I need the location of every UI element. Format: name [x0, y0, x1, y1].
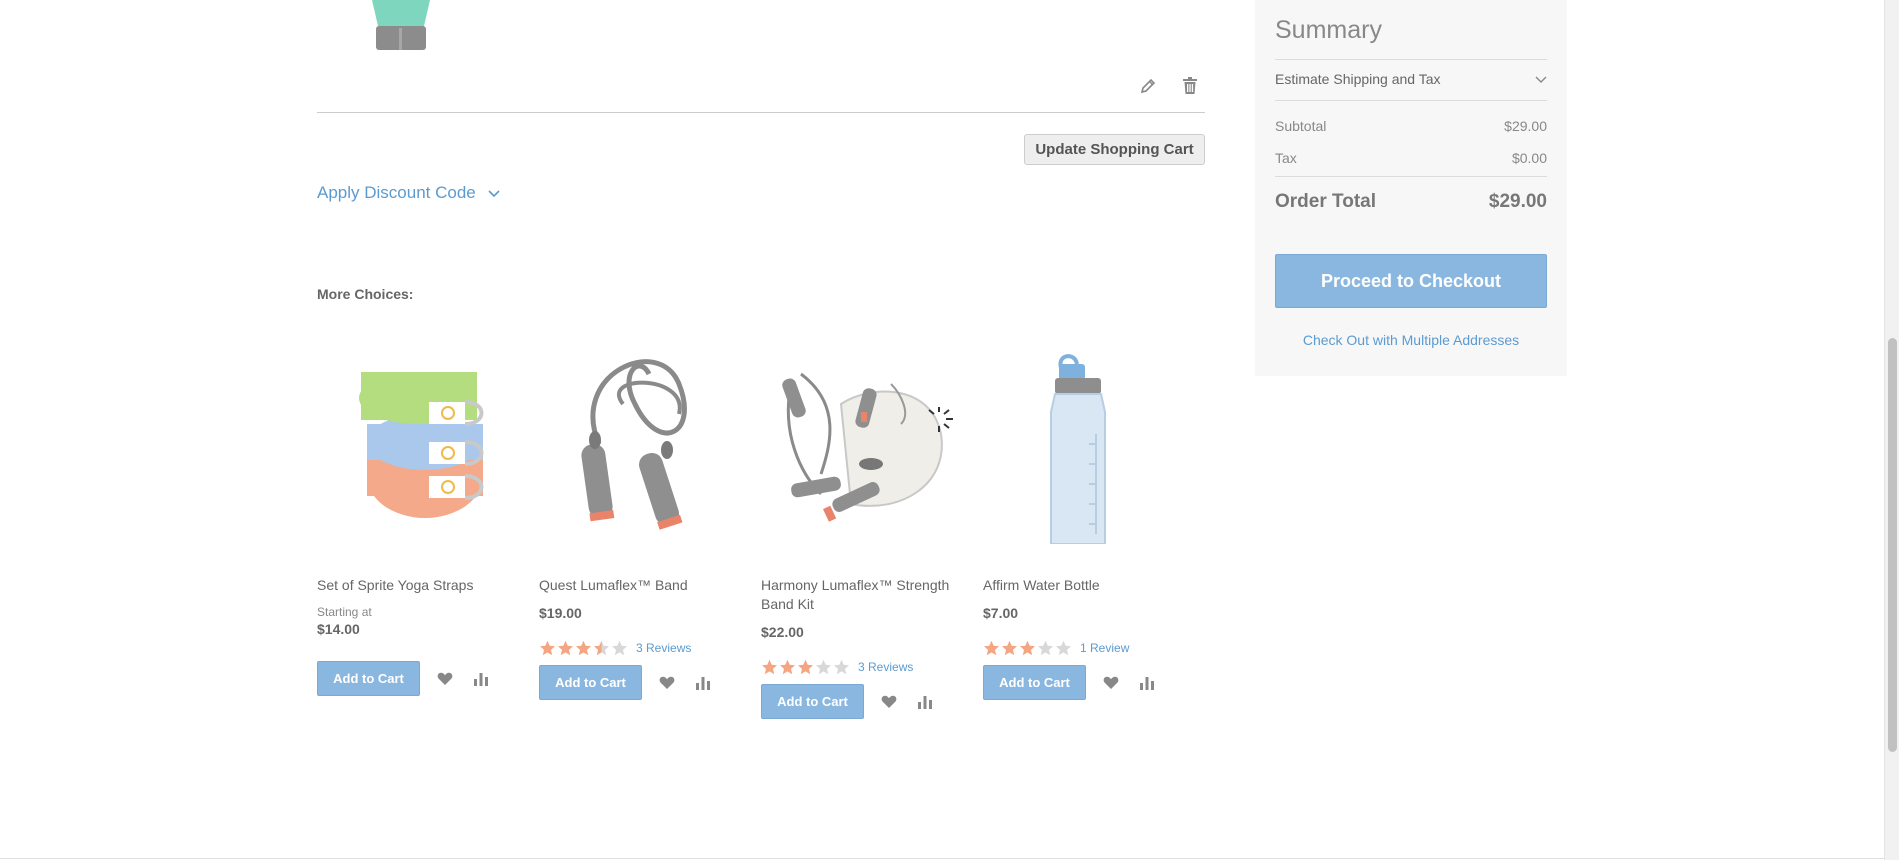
star-icon	[594, 640, 609, 655]
order-total-value: $29.00	[1488, 191, 1547, 212]
subtotal-label: Subtotal	[1275, 118, 1327, 134]
rating-stars	[983, 640, 1072, 657]
star-icon	[984, 640, 999, 655]
star-icon	[1020, 640, 1035, 655]
product-image[interactable]	[317, 344, 517, 544]
product-name[interactable]: Harmony Lumaflex™ Strength Band Kit	[761, 576, 961, 614]
product-price: $19.00	[539, 605, 582, 621]
more-choices-heading: More Choices:	[317, 286, 414, 302]
pencil-icon[interactable]	[1138, 76, 1158, 96]
product-price: $22.00	[761, 624, 804, 640]
cart-item-image[interactable]	[366, 0, 436, 52]
star-icon	[780, 659, 795, 674]
product-image[interactable]	[983, 344, 1183, 545]
heart-icon[interactable]	[656, 672, 678, 694]
heart-icon[interactable]	[1100, 672, 1122, 694]
rating-stars	[539, 640, 628, 657]
summary-divider	[1275, 176, 1547, 177]
add-to-cart-button[interactable]: Add to Cart	[983, 665, 1086, 700]
discount-label: Apply Discount Code	[317, 183, 476, 202]
estimate-shipping-toggle[interactable]: Estimate Shipping and Tax	[1275, 71, 1547, 87]
order-summary-panel: Summary Estimate Shipping and Tax Subtot…	[1255, 0, 1567, 376]
compare-icon[interactable]	[470, 668, 492, 690]
update-cart-button[interactable]: Update Shopping Cart	[1024, 134, 1205, 165]
subtotal-value: $29.00	[1504, 118, 1547, 134]
summary-divider	[1275, 100, 1547, 101]
reviews-link[interactable]: 3 Reviews	[636, 641, 691, 655]
heart-icon[interactable]	[878, 691, 900, 713]
add-to-cart-button[interactable]: Add to Cart	[761, 684, 864, 719]
star-icon	[558, 640, 573, 655]
compare-icon[interactable]	[914, 691, 936, 713]
star-icon	[762, 659, 777, 674]
product-name[interactable]: Quest Lumaflex™ Band	[539, 576, 739, 595]
product-name[interactable]: Affirm Water Bottle	[983, 576, 1183, 595]
order-total-label: Order Total	[1275, 191, 1376, 212]
proceed-to-checkout-button[interactable]: Proceed to Checkout	[1275, 254, 1547, 308]
apply-discount-toggle[interactable]: Apply Discount Code	[317, 183, 500, 203]
product-card: Quest Lumaflex™ Band $19.00 3 Reviews Ad…	[539, 344, 739, 700]
star-icon	[816, 659, 831, 674]
tax-value: $0.00	[1511, 150, 1547, 166]
footer-divider	[0, 858, 1884, 859]
product-name[interactable]: Set of Sprite Yoga Straps	[317, 576, 517, 595]
product-card: Harmony Lumaflex™ Strength Band Kit $22.…	[761, 344, 961, 719]
star-icon	[1056, 640, 1071, 655]
chevron-down-icon	[488, 183, 500, 203]
starting-at-label: Starting at	[317, 605, 372, 619]
reviews-link[interactable]: 1 Review	[1080, 641, 1129, 655]
reviews-link[interactable]: 3 Reviews	[858, 660, 913, 674]
product-price: $7.00	[983, 605, 1019, 621]
summary-divider	[1275, 59, 1547, 60]
star-icon	[576, 640, 591, 655]
heart-icon[interactable]	[434, 668, 456, 690]
subtotal-row: Subtotal $29.00	[1275, 118, 1547, 134]
cart-divider	[317, 112, 1205, 113]
star-icon	[612, 640, 627, 655]
add-to-cart-button[interactable]: Add to Cart	[317, 661, 420, 696]
product-card: Affirm Water Bottle $7.00 1 Review Add t…	[983, 344, 1183, 700]
tax-label: Tax	[1275, 150, 1297, 166]
product-card: Set of Sprite Yoga Straps Starting at $1…	[317, 344, 517, 696]
order-total-row: Order Total $29.00	[1275, 191, 1547, 213]
summary-title: Summary	[1275, 16, 1382, 44]
star-icon	[1038, 640, 1053, 655]
product-image[interactable]	[761, 344, 961, 544]
tax-row: Tax $0.00	[1275, 150, 1547, 166]
product-image[interactable]	[539, 344, 739, 544]
star-icon	[540, 640, 555, 655]
product-price: $14.00	[317, 621, 360, 637]
star-icon	[834, 659, 849, 674]
page-scrollbar[interactable]	[1884, 0, 1899, 860]
shopping-cart-page: Update Shopping Cart Apply Discount Code…	[0, 0, 1884, 860]
compare-icon[interactable]	[1136, 672, 1158, 694]
add-to-cart-button[interactable]: Add to Cart	[539, 665, 642, 700]
rating-stars	[761, 659, 850, 676]
compare-icon[interactable]	[692, 672, 714, 694]
star-icon	[798, 659, 813, 674]
scrollbar-thumb[interactable]	[1888, 338, 1897, 752]
estimate-shipping-label: Estimate Shipping and Tax	[1275, 71, 1441, 87]
multiple-addresses-link[interactable]: Check Out with Multiple Addresses	[1275, 332, 1547, 348]
star-icon	[1002, 640, 1017, 655]
trash-icon[interactable]	[1180, 76, 1200, 96]
chevron-down-icon	[1535, 71, 1547, 87]
